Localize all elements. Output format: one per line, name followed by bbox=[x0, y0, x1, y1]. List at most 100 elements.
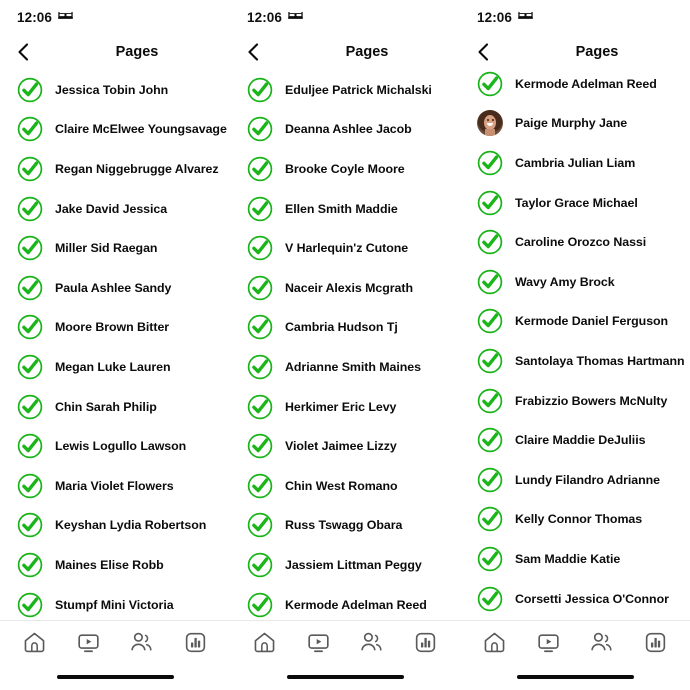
list-item[interactable]: Eduljee Patrick Michalski bbox=[230, 70, 460, 110]
video-icon bbox=[78, 634, 99, 653]
tab-insights[interactable] bbox=[177, 628, 213, 658]
list-item[interactable]: Jake David Jessica bbox=[0, 189, 230, 229]
list-item-label: Kelly Connor Thomas bbox=[515, 512, 643, 527]
list-item[interactable]: Maria Violet Flowers bbox=[0, 466, 230, 506]
green-check-icon bbox=[247, 473, 273, 499]
green-check-icon bbox=[17, 354, 43, 380]
pages-list[interactable]: Jessica Tobin John Claire McElwee Youngs… bbox=[0, 70, 230, 620]
green-check-icon bbox=[247, 552, 273, 578]
list-item-label: Naceir Alexis Mcgrath bbox=[285, 280, 413, 295]
list-item[interactable]: Paula Ashlee Sandy bbox=[0, 268, 230, 308]
list-item[interactable]: Kelly Connor Thomas bbox=[460, 500, 690, 540]
status-time: 12:06 bbox=[17, 9, 53, 25]
list-item[interactable]: Stumpf Mini Victoria bbox=[0, 585, 230, 620]
video-icon bbox=[308, 634, 329, 653]
tab-home[interactable] bbox=[17, 628, 53, 658]
green-check-icon bbox=[247, 77, 273, 103]
list-item-label: Claire Maddie DeJuliis bbox=[515, 433, 646, 448]
phone-screen-3: 12:06 Pages Kermode Adelman Reed Paige Mu… bbox=[460, 0, 690, 690]
list-item[interactable]: Santolaya Thomas Hartmann bbox=[460, 341, 690, 381]
list-item[interactable]: Naceir Alexis Mcgrath bbox=[230, 268, 460, 308]
home-indicator[interactable] bbox=[56, 674, 174, 680]
list-item[interactable]: Keyshan Lydia Robertson bbox=[0, 506, 230, 546]
list-item[interactable]: Cambria Hudson Tj bbox=[230, 308, 460, 348]
page-title: Pages bbox=[115, 44, 159, 60]
list-item[interactable]: V Harlequin'z Cutone bbox=[230, 228, 460, 268]
list-item-label: Kermode Daniel Ferguson bbox=[515, 314, 669, 329]
app-header: Pages bbox=[230, 34, 460, 70]
tab-video[interactable] bbox=[530, 628, 566, 658]
list-item[interactable]: Kermode Adelman Reed bbox=[460, 70, 690, 104]
list-item-label: Taylor Grace Michael bbox=[515, 195, 638, 210]
green-check-icon bbox=[17, 512, 43, 538]
avatar bbox=[477, 110, 503, 137]
tab-friends[interactable] bbox=[354, 628, 390, 658]
green-check-icon bbox=[477, 308, 503, 334]
list-item-label: Kermode Adelman Reed bbox=[515, 76, 657, 91]
green-check-icon bbox=[247, 235, 273, 261]
pages-list[interactable]: Eduljee Patrick Michalski Deanna Ashlee … bbox=[230, 70, 460, 620]
list-item[interactable]: Caroline Orozco Nassi bbox=[460, 222, 690, 262]
list-item-label: Jassiem Littman Peggy bbox=[285, 557, 422, 572]
list-item[interactable]: Miller Sid Raegan bbox=[0, 228, 230, 268]
list-item[interactable]: Jessica Tobin John bbox=[0, 70, 230, 110]
list-item[interactable]: Russ Tswagg Obara bbox=[230, 506, 460, 546]
list-item[interactable]: Chin Sarah Philip bbox=[0, 387, 230, 427]
home-indicator[interactable] bbox=[286, 674, 404, 680]
tab-friends[interactable] bbox=[584, 628, 620, 658]
list-item[interactable]: Ellen Smith Maddie bbox=[230, 189, 460, 229]
tab-insights[interactable] bbox=[637, 628, 673, 658]
green-check-icon bbox=[17, 116, 43, 142]
list-item[interactable]: Deanna Ashlee Jacob bbox=[230, 110, 460, 150]
home-indicator-area bbox=[230, 664, 460, 690]
list-item[interactable]: Taylor Grace Michael bbox=[460, 183, 690, 223]
list-item[interactable]: Claire Maddie DeJuliis bbox=[460, 420, 690, 460]
list-item[interactable]: Sam Maddie Katie bbox=[460, 539, 690, 579]
list-item[interactable]: Wavy Amy Brock bbox=[460, 262, 690, 302]
tab-video[interactable] bbox=[300, 628, 336, 658]
list-item-label: Megan Luke Lauren bbox=[55, 359, 171, 374]
green-check-icon bbox=[17, 552, 43, 578]
list-item[interactable]: Adrianne Smith Maines bbox=[230, 347, 460, 387]
list-item[interactable]: Lewis Logullo Lawson bbox=[0, 426, 230, 466]
list-item[interactable]: Lundy Filandro Adrianne bbox=[460, 460, 690, 500]
tab-friends[interactable] bbox=[124, 628, 160, 658]
pages-list[interactable]: Kermode Adelman Reed Paige Murphy Jane Ca… bbox=[460, 70, 690, 620]
green-check-icon bbox=[247, 156, 273, 182]
list-item-label: Santolaya Thomas Hartmann bbox=[515, 353, 685, 368]
list-item[interactable]: Kermode Adelman Reed bbox=[230, 585, 460, 620]
list-item[interactable]: Cambria Julian Liam bbox=[460, 143, 690, 183]
list-item-label: Claire McElwee Youngsavage bbox=[55, 122, 227, 137]
green-check-icon bbox=[477, 467, 503, 493]
list-item[interactable]: Brooke Coyle Moore bbox=[230, 149, 460, 189]
tab-home[interactable] bbox=[477, 628, 513, 658]
tab-home[interactable] bbox=[247, 628, 283, 658]
pages-list-inner: Jessica Tobin John Claire McElwee Youngs… bbox=[0, 70, 230, 620]
list-item[interactable]: Megan Luke Lauren bbox=[0, 347, 230, 387]
list-item[interactable]: Violet Jaimee Lizzy bbox=[230, 426, 460, 466]
video-icon bbox=[538, 634, 559, 653]
green-check-icon bbox=[17, 592, 43, 618]
home-indicator[interactable] bbox=[516, 674, 634, 680]
list-item[interactable]: Moore Brown Bitter bbox=[0, 308, 230, 348]
list-item[interactable]: Herkimer Eric Levy bbox=[230, 387, 460, 427]
list-item[interactable]: Maines Elise Robb bbox=[0, 545, 230, 585]
list-item-label: Paige Murphy Jane bbox=[515, 116, 628, 131]
status-time: 12:06 bbox=[247, 9, 283, 25]
tab-video[interactable] bbox=[70, 628, 106, 658]
list-item[interactable]: Corsetti Jessica O'Connor bbox=[460, 579, 690, 619]
green-check-icon bbox=[477, 269, 503, 295]
list-item-label: Jake David Jessica bbox=[55, 201, 168, 216]
list-item[interactable]: Claire McElwee Youngsavage bbox=[0, 110, 230, 150]
home-indicator-area bbox=[460, 664, 690, 690]
tab-insights[interactable] bbox=[407, 628, 443, 658]
list-item-label: Chin West Romano bbox=[285, 478, 398, 493]
list-item[interactable]: Frabizzio Bowers McNulty bbox=[460, 381, 690, 421]
list-item[interactable]: Jassiem Littman Peggy bbox=[230, 545, 460, 585]
list-item-label: Kermode Adelman Reed bbox=[285, 597, 427, 612]
list-item[interactable]: Regan Niggebrugge Alvarez bbox=[0, 149, 230, 189]
list-item[interactable]: Paige Murphy Jane bbox=[460, 104, 690, 144]
list-item[interactable]: Chin West Romano bbox=[230, 466, 460, 506]
green-check-icon bbox=[17, 235, 43, 261]
list-item[interactable]: Kermode Daniel Ferguson bbox=[460, 302, 690, 342]
